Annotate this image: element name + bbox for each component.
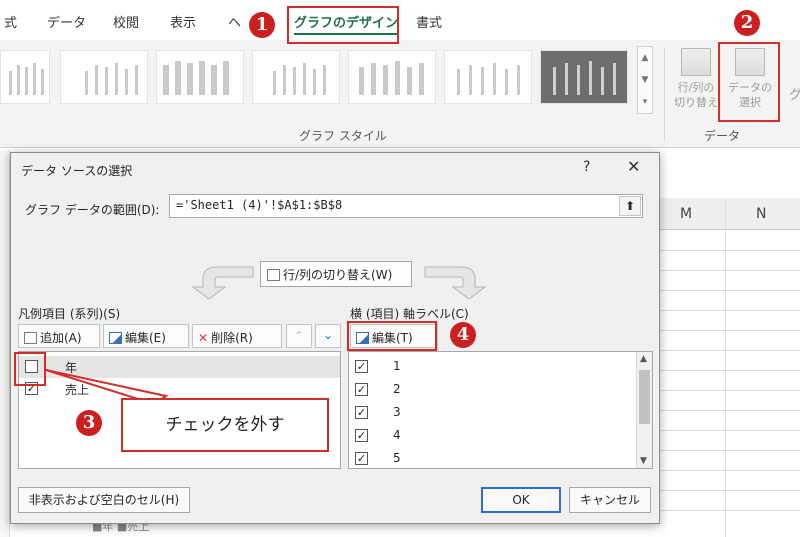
chart-data-range-label: グラフ データの範囲(D): [25,203,160,217]
axis-checkbox[interactable]: ✓ [355,383,368,396]
callout-axis-edit [347,321,437,351]
close-icon[interactable]: ✕ [627,157,640,176]
gridline [660,310,800,311]
cancel-button[interactable]: キャンセル [569,487,651,513]
gridline [660,350,800,351]
callout-select-data [718,42,780,122]
gridline [660,410,800,411]
tab-format[interactable]: 書式 [416,12,442,31]
chart-style-thumbnail[interactable] [60,50,148,104]
axis-checkbox[interactable]: ✓ [355,406,368,419]
gridline [725,198,726,537]
legend-entries-label: 凡例項目 (系列)(S) [18,307,121,321]
delete-series-button[interactable]: ✕ 削除(R) [192,324,282,348]
column-header-n[interactable]: N [756,206,766,222]
select-data-source-dialog: データ ソースの選択 ? ✕ グラフ データの範囲(D): ='Sheet1 (… [10,152,660,524]
axis-labels-label: 横 (項目) 軸ラベル(C) [350,307,469,321]
dialog-title: データ ソースの選択 [21,164,133,178]
tab-view[interactable]: 表示 [170,12,196,31]
gridline [660,450,800,451]
gridline [660,370,800,371]
delete-icon: ✕ [198,331,209,345]
tab-formulas[interactable]: 式 [4,12,17,31]
callout-chart-design-tab [287,6,399,44]
scroll-up-icon[interactable]: ▲ [640,354,647,364]
collapse-range-icon[interactable]: ⬆ [619,196,641,216]
instruction-note: チェックを外す [121,398,329,452]
gridline [660,390,800,391]
chart-style-thumbnail[interactable] [156,50,244,104]
axis-checkbox[interactable]: ✓ [355,452,368,465]
switch-row-column-button[interactable]: 行/列の 切り替え [668,46,724,110]
chart-style-thumbnail[interactable] [0,50,50,104]
chevron-up-icon: ⌃ [293,329,305,343]
column-headers: M N [660,198,800,230]
chart-data-range-input[interactable]: ='Sheet1 (4)'!$A$1:$B$8 [169,194,643,218]
scroll-down-icon[interactable]: ▼ [640,456,647,466]
gridline [660,250,800,251]
list-item[interactable]: ✓ 1 [349,356,652,378]
switch-row-column-dialog-button[interactable]: 行/列の切り替え(W) [260,261,412,287]
chart-style-thumbnail[interactable] [252,50,340,104]
ribbon-cutoff-label: グ [789,88,800,103]
list-item[interactable]: ✓ 5 [349,448,652,470]
gridline [660,470,800,471]
gridline [660,490,800,491]
scrollbar-thumb[interactable] [639,370,650,424]
add-series-button[interactable]: 追加(A) [18,324,100,348]
chart-style-thumbnail[interactable] [444,50,532,104]
list-item[interactable]: ✓ 3 [349,402,652,424]
step-badge-4: 4 [450,322,476,348]
list-item[interactable]: ✓ 4 [349,425,652,447]
axis-list-scrollbar[interactable]: ▲ ▼ [636,352,652,468]
data-group-label: データ [704,129,741,143]
series-toolbar: 追加(A) 編集(E) ✕ 削除(R) ⌃ ⌄ [18,324,346,350]
axis-checkbox[interactable]: ✓ [355,360,368,373]
tab-help[interactable]: ヘ [228,12,241,31]
move-down-button[interactable]: ⌄ [315,324,341,348]
tab-review[interactable]: 校閲 [113,12,139,31]
chevron-down-icon: ⌄ [322,328,334,342]
list-item[interactable]: ✓ 2 [349,379,652,401]
step-badge-2: 2 [734,10,760,36]
help-button[interactable]: ? [583,159,590,175]
tab-data[interactable]: データ [47,12,86,31]
chart-style-thumbnail[interactable] [348,50,436,104]
gallery-more-icon[interactable]: ▾ [638,91,652,113]
gridline [660,290,800,291]
chart-style-thumbnail[interactable] [540,50,628,104]
arrow-left-icon [191,266,254,299]
switch-icon [267,269,280,281]
ok-button[interactable]: OK [481,487,561,513]
hidden-empty-cells-button[interactable]: 非表示および空白のセル(H) [18,487,190,513]
callout-year-checkbox [14,352,46,386]
group-divider [664,48,665,140]
add-icon [24,332,37,344]
move-up-button[interactable]: ⌃ [286,324,312,348]
sheet-left-edge [0,150,10,537]
gallery-scroll[interactable]: ▲ ▼ ▾ [637,46,653,114]
gridline [660,510,800,511]
step-badge-3: 3 [76,410,102,436]
step-badge-1: 1 [249,12,275,38]
arrow-right-icon [424,266,487,299]
edit-series-button[interactable]: 編集(E) [103,324,189,348]
axis-labels-list: ✓ 1 ✓ 2 ✓ 3 ✓ 4 ✓ 5 ▲ ▼ [348,351,653,469]
axis-checkbox[interactable]: ✓ [355,429,368,442]
column-header-m[interactable]: M [680,206,692,222]
chart-styles-group-label: グラフ スタイル [299,129,387,143]
gridline [660,270,800,271]
gridline [660,430,800,431]
scroll-up-icon[interactable]: ▲ [638,47,652,69]
scroll-down-icon[interactable]: ▼ [638,69,652,91]
gridline [660,330,800,331]
edit-icon [109,332,122,344]
switch-row-column-icon [681,48,711,76]
